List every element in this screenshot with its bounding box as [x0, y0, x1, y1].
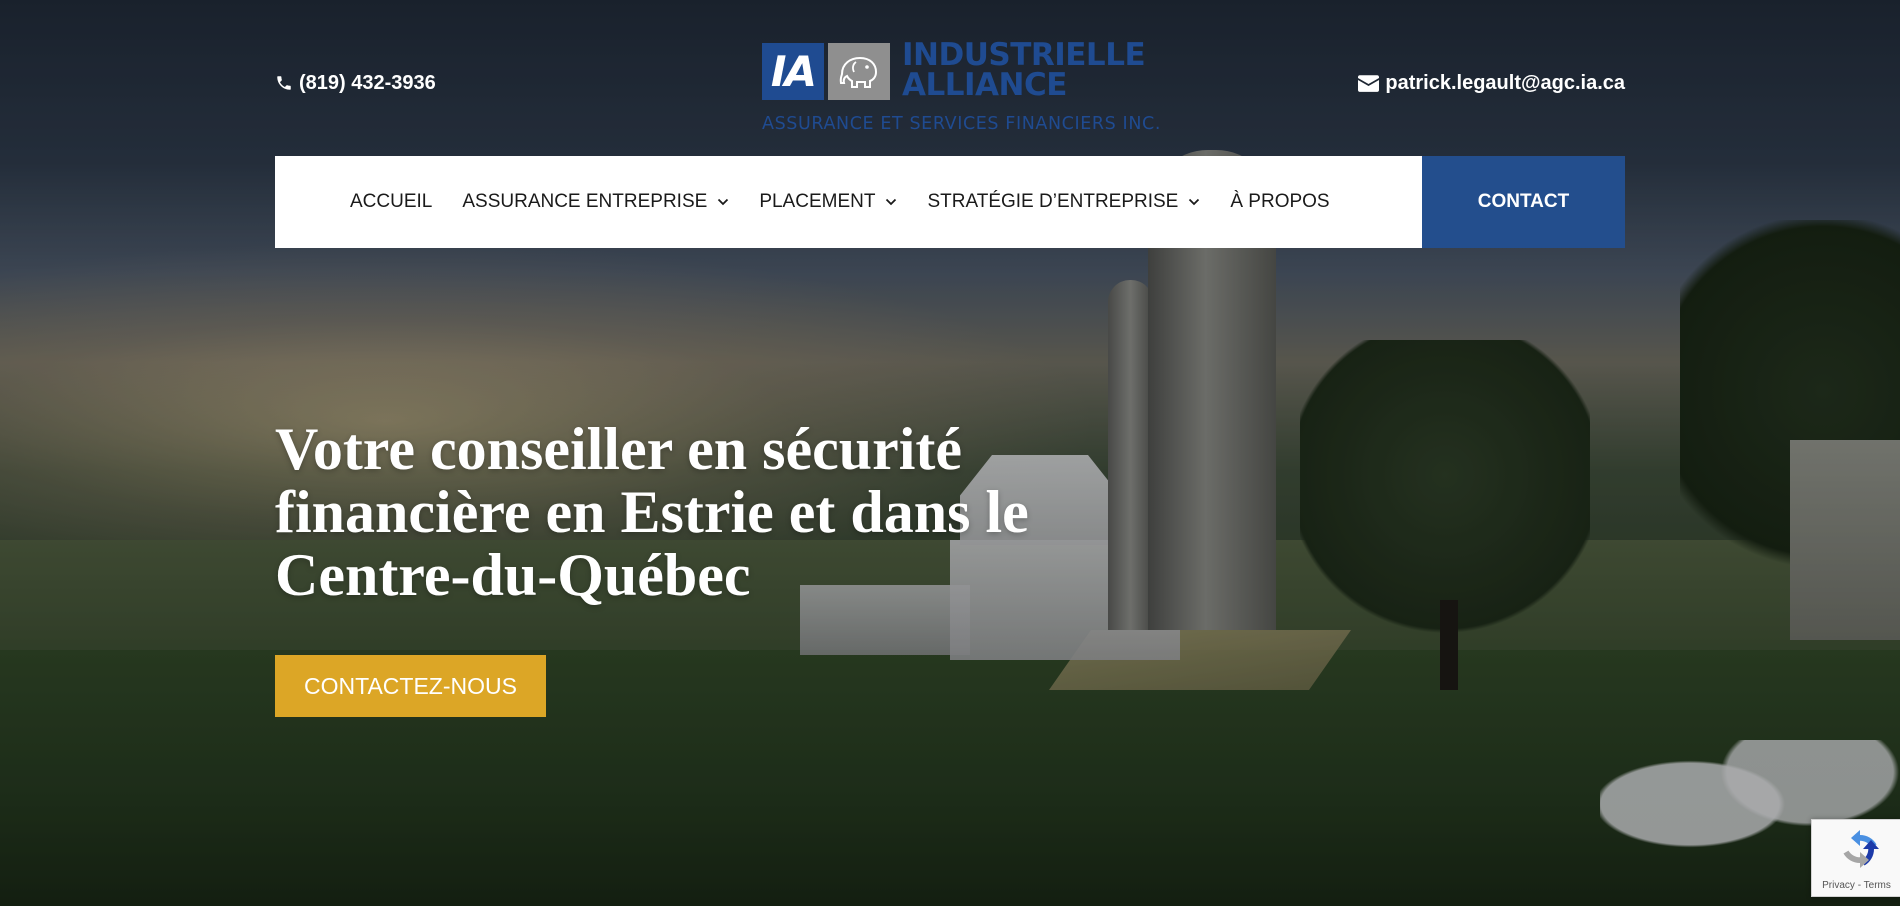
nav-item-label: ASSURANCE ENTREPRISE	[462, 191, 708, 212]
company-logo[interactable]: IA INDUSTRIELLE ALLIANCE ASSURANCE ET SE…	[762, 37, 1160, 135]
recaptcha-icon	[1843, 830, 1879, 868]
hero-title: Votre conseiller en sécurité financière …	[275, 418, 1155, 607]
envelope-icon	[1358, 74, 1380, 92]
logo-name: INDUSTRIELLE ALLIANCE	[902, 37, 1152, 103]
main-navigation: ACCUEIL ASSURANCE ENTREPRISE PLACEMENT S…	[275, 156, 1625, 248]
logo-name-line2: ALLIANCE	[902, 67, 1067, 103]
nav-item-label: STRATÉGIE D’ENTREPRISE	[927, 191, 1179, 212]
nav-menu: ACCUEIL ASSURANCE ENTREPRISE PLACEMENT S…	[275, 156, 1422, 248]
nav-item-label: ACCUEIL	[350, 191, 433, 212]
terms-link[interactable]: Terms	[1864, 880, 1891, 891]
logo-tagline: ASSURANCE ET SERVICES FINANCIERS INC.	[762, 114, 1161, 134]
logo-mark: IA	[762, 43, 896, 100]
nav-item-placement[interactable]: PLACEMENT	[759, 191, 897, 213]
nav-item-a-propos[interactable]: À PROPOS	[1230, 191, 1329, 213]
recaptcha-links: Privacy - Terms	[1812, 880, 1900, 891]
phone-icon	[275, 74, 293, 92]
top-header: (819) 432-3936 IA INDUSTRIELLE ALLIANCE …	[275, 0, 1625, 155]
phone-link[interactable]: (819) 432-3936	[275, 70, 436, 96]
hero-title-line1: Votre conseiller en sécurité	[275, 416, 963, 482]
contactez-nous-button[interactable]: CONTACTEZ-NOUS	[275, 655, 546, 717]
nav-item-label: PLACEMENT	[759, 191, 876, 212]
nav-item-label: À PROPOS	[1230, 191, 1330, 212]
hero-title-line3: Centre-du-Québec	[275, 542, 751, 608]
contact-button[interactable]: CONTACT	[1422, 156, 1625, 248]
chevron-down-icon	[886, 198, 897, 206]
nav-item-assurance-entreprise[interactable]: ASSURANCE ENTREPRISE	[462, 191, 729, 213]
chevron-down-icon	[718, 198, 729, 206]
nav-item-strategie-entreprise[interactable]: STRATÉGIE D’ENTREPRISE	[927, 191, 1200, 213]
elephant-icon	[828, 43, 890, 100]
logo-name-line1: INDUSTRIELLE	[902, 37, 1146, 73]
link-separator: -	[1854, 880, 1864, 891]
phone-number: (819) 432-3936	[299, 71, 436, 94]
privacy-link[interactable]: Privacy	[1822, 880, 1855, 891]
chevron-down-icon	[1189, 198, 1200, 206]
logo-ia-text: IA	[762, 43, 824, 100]
nav-item-accueil[interactable]: ACCUEIL	[350, 191, 432, 213]
email-link[interactable]: patrick.legault@agc.ia.ca	[1358, 70, 1625, 96]
recaptcha-badge[interactable]: Privacy - Terms	[1811, 819, 1900, 897]
hero-title-line2: financière en Estrie et dans le	[275, 479, 1029, 545]
email-address: patrick.legault@agc.ia.ca	[1385, 71, 1625, 94]
